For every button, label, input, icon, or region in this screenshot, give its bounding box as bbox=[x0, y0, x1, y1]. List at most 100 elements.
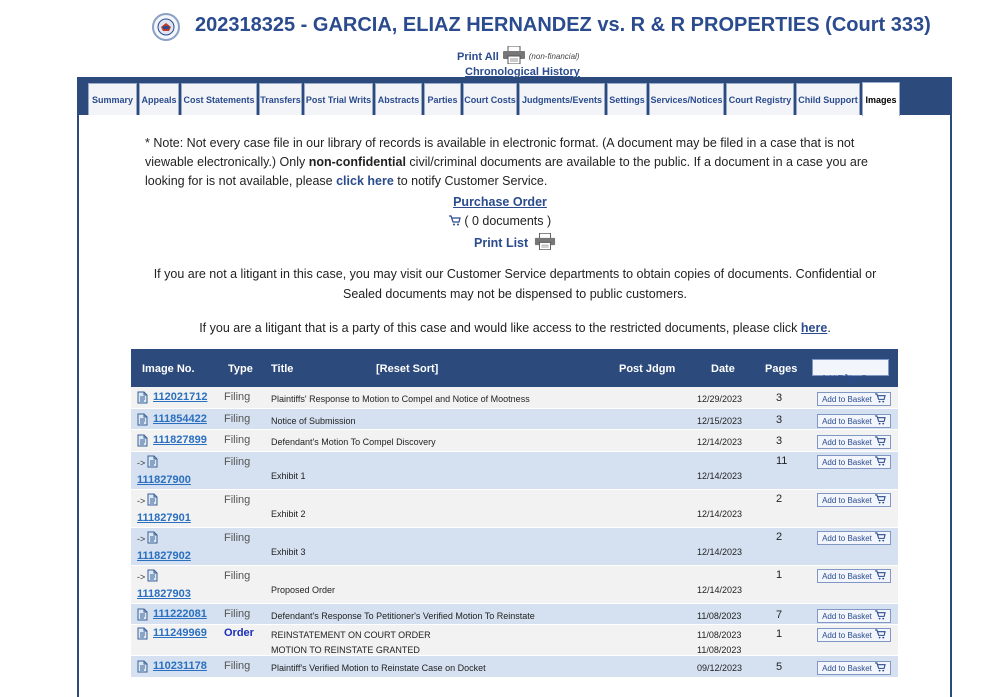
cart-icon bbox=[874, 610, 886, 622]
cart-icon bbox=[448, 215, 461, 229]
tab-cost-statements[interactable]: Cost Statements bbox=[181, 83, 257, 115]
image-number-link[interactable]: 111249969 bbox=[153, 627, 207, 639]
tab-court-registry[interactable]: Court Registry bbox=[726, 83, 794, 115]
document-title: Notice of Submission bbox=[271, 416, 356, 426]
col-post-jdgm[interactable]: Post Jdgm bbox=[619, 363, 675, 375]
add-to-basket-button[interactable]: Add to Basket bbox=[817, 661, 891, 675]
tab-bar: Summary Appeals Cost Statements Transfer… bbox=[79, 77, 950, 116]
cart-icon bbox=[874, 532, 886, 544]
document-date: 12/14/2023 bbox=[697, 509, 743, 519]
document-icon[interactable] bbox=[137, 660, 148, 675]
add-to-basket-button[interactable]: Add to Basket bbox=[817, 569, 891, 583]
table-body: 112021712 Filing Plaintiffs' Response to M… bbox=[131, 387, 898, 678]
image-number-link[interactable]: 112021712 bbox=[153, 391, 207, 403]
document-title-line2: MOTION TO REINSTATE GRANTED bbox=[271, 645, 420, 655]
cart-icon bbox=[874, 436, 886, 448]
tab-settings[interactable]: Settings bbox=[607, 83, 647, 115]
add-entire-case-button[interactable]: Add Entire Case bbox=[812, 359, 889, 384]
page-count: 2 bbox=[776, 493, 783, 505]
document-date-line2: 11/08/2023 bbox=[697, 645, 742, 655]
note-text-3: to notify Customer Service. bbox=[393, 174, 548, 188]
tab-judgments-events[interactable]: Judgments/Events bbox=[519, 83, 605, 115]
tab-services-notices[interactable]: Services/Notices bbox=[649, 83, 724, 115]
image-number-link[interactable]: 111827899 bbox=[153, 434, 207, 446]
document-date: 11/08/2023 bbox=[697, 611, 742, 621]
notify-customer-service-link[interactable]: click here bbox=[336, 174, 394, 188]
table-header: Image No. Type Title [Reset Sort] Post J… bbox=[131, 349, 898, 387]
document-icon[interactable] bbox=[147, 531, 158, 546]
restricted-access-link[interactable]: here bbox=[801, 321, 827, 335]
reset-sort-link[interactable]: [Reset Sort] bbox=[376, 363, 438, 375]
cart-icon bbox=[874, 662, 886, 674]
add-to-basket-button[interactable]: Add to Basket bbox=[817, 455, 891, 469]
document-title: Plaintiff's Verified Motion to Reinstate… bbox=[271, 663, 486, 673]
add-to-basket-button[interactable]: Add to Basket bbox=[817, 531, 891, 545]
document-icon[interactable] bbox=[147, 569, 158, 584]
image-number-link[interactable]: 111854422 bbox=[153, 413, 207, 425]
document-type: Filing bbox=[224, 570, 251, 582]
image-number-link[interactable]: 111827901 bbox=[137, 512, 191, 524]
tab-summary[interactable]: Summary bbox=[88, 83, 137, 115]
add-to-basket-button[interactable]: Add to Basket bbox=[817, 414, 891, 428]
litigant-access-info: If you are a litigant that is a party of… bbox=[0, 321, 1000, 335]
child-indicator: -> bbox=[137, 572, 146, 582]
add-to-basket-button[interactable]: Add to Basket bbox=[817, 609, 891, 623]
print-all-link[interactable]: Print All (non-financial) bbox=[457, 45, 579, 67]
images-table: Image No. Type Title [Reset Sort] Post J… bbox=[131, 349, 898, 678]
col-date[interactable]: Date bbox=[711, 363, 735, 375]
add-to-basket-button[interactable]: Add to Basket bbox=[817, 628, 891, 642]
public-customer-info: If you are not a litigant in this case, … bbox=[153, 267, 877, 301]
document-type: Filing bbox=[224, 660, 251, 672]
document-date: 12/14/2023 bbox=[697, 437, 743, 447]
tab-post-trial-writs[interactable]: Post Trial Writs bbox=[304, 83, 373, 115]
table-row: 111249969 Order REINSTATEMENT ON COURT ORD… bbox=[131, 625, 898, 656]
litigant-period: . bbox=[827, 321, 831, 335]
document-icon[interactable] bbox=[147, 455, 158, 470]
table-row: -> 111827903 Filing Proposed Order 12/14/202… bbox=[131, 566, 898, 604]
image-number-link[interactable]: 110231178 bbox=[153, 660, 207, 672]
tab-abstracts[interactable]: Abstracts bbox=[375, 83, 422, 115]
document-date: 09/12/2023 bbox=[697, 663, 743, 673]
document-icon[interactable] bbox=[137, 627, 148, 642]
image-number-link[interactable]: 111222081 bbox=[153, 608, 207, 620]
table-row: -> 111827901 Filing Exhibit 2 12/14/2023 2 Add… bbox=[131, 490, 898, 528]
col-image-no[interactable]: Image No. bbox=[142, 363, 195, 375]
document-icon[interactable] bbox=[147, 493, 158, 508]
image-number-link[interactable]: 111827903 bbox=[137, 588, 191, 600]
purchase-order-link[interactable]: Purchase Order bbox=[0, 195, 1000, 209]
page-count: 7 bbox=[776, 609, 783, 621]
printer-icon bbox=[502, 45, 526, 67]
add-to-basket-button[interactable]: Add to Basket bbox=[817, 435, 891, 449]
add-to-basket-button[interactable]: Add to Basket bbox=[817, 392, 891, 406]
document-date: 12/14/2023 bbox=[697, 547, 743, 557]
cart-icon bbox=[845, 374, 856, 386]
tab-images[interactable]: Images bbox=[862, 82, 900, 116]
col-type[interactable]: Type bbox=[228, 363, 253, 375]
document-type: Filing bbox=[224, 494, 251, 506]
tab-child-support[interactable]: Child Support bbox=[796, 83, 860, 115]
child-indicator: -> bbox=[137, 458, 146, 468]
tab-court-costs[interactable]: Court Costs bbox=[463, 83, 517, 115]
documents-count: ( 0 documents ) bbox=[0, 214, 1000, 229]
image-number-link[interactable]: 111827900 bbox=[137, 474, 191, 486]
document-icon[interactable] bbox=[137, 608, 148, 623]
document-icon[interactable] bbox=[137, 413, 148, 428]
document-icon[interactable] bbox=[137, 434, 148, 449]
table-row: -> 111827900 Filing Exhibit 1 12/14/2023 11 Ad… bbox=[131, 452, 898, 490]
documents-count-text: ( 0 documents ) bbox=[464, 214, 552, 228]
county-seal-icon bbox=[152, 13, 180, 41]
print-all-label: Print All bbox=[457, 50, 499, 63]
print-list-link[interactable]: Print List bbox=[474, 232, 556, 253]
col-pages[interactable]: Pages bbox=[765, 363, 797, 375]
document-title: Exhibit 3 bbox=[271, 547, 306, 557]
document-title: Plaintiffs' Response to Motion to Compel… bbox=[271, 394, 530, 404]
printer-icon bbox=[534, 232, 556, 253]
tab-appeals[interactable]: Appeals bbox=[139, 83, 179, 115]
col-title[interactable]: Title bbox=[271, 363, 293, 375]
add-to-basket-label: Add to Basket bbox=[822, 571, 872, 581]
tab-parties[interactable]: Parties bbox=[424, 83, 461, 115]
tab-transfers[interactable]: Transfers bbox=[259, 83, 302, 115]
document-icon[interactable] bbox=[137, 391, 148, 406]
add-to-basket-button[interactable]: Add to Basket bbox=[817, 493, 891, 507]
image-number-link[interactable]: 111827902 bbox=[137, 550, 191, 562]
